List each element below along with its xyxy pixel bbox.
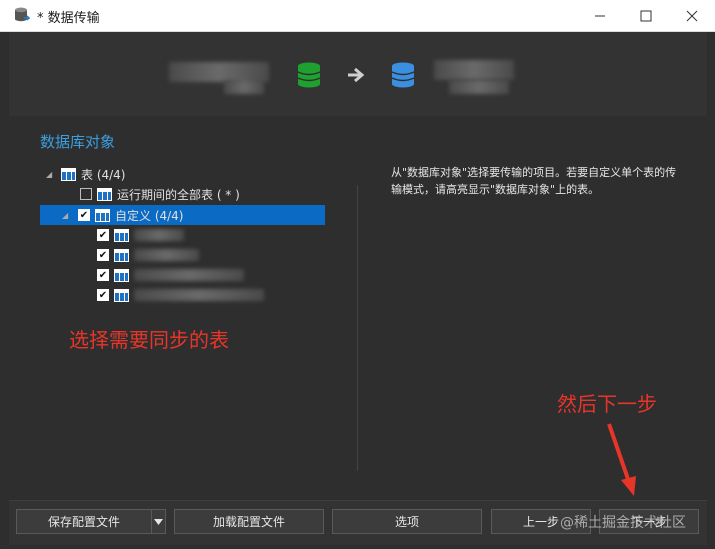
source-connection-name: [169, 62, 269, 82]
chevron-down-icon: [154, 518, 163, 525]
table-icon: [95, 208, 110, 222]
prev-label: 上一步: [522, 515, 559, 529]
close-icon: [686, 10, 698, 21]
window-title: * 数据传输: [37, 11, 100, 26]
tree-node-table[interactable]: ✔: [97, 265, 244, 285]
tree-node-table[interactable]: ✔: [97, 285, 264, 305]
table-icon: [114, 288, 129, 302]
maximize-icon: [640, 10, 652, 21]
save-config-label: 保存配置文件: [47, 515, 120, 529]
table-icon: [114, 228, 129, 242]
arrow-right-icon: [348, 67, 365, 83]
table-checkbox[interactable]: ✔: [97, 249, 109, 261]
tree-node-label: 自定义 (4/4): [115, 208, 184, 223]
tree-node-custom[interactable]: ◢ ✔ 自定义 (4/4): [40, 205, 325, 225]
tree-node-label: 表 (4/4): [81, 167, 126, 182]
target-database-icon: [391, 62, 415, 88]
all-tables-checkbox[interactable]: [80, 188, 92, 200]
annotation-select-tables: 选择需要同步的表: [69, 328, 229, 352]
table-checkbox[interactable]: ✔: [97, 269, 109, 281]
table-name-redacted: [134, 229, 184, 241]
target-database-name: [449, 80, 509, 94]
collapse-triangle-icon[interactable]: ◢: [46, 170, 56, 179]
red-arrow-icon: [607, 423, 636, 496]
table-checkbox[interactable]: ✔: [97, 229, 109, 241]
pane-divider: [357, 185, 358, 471]
section-title: 数据库对象: [40, 133, 116, 151]
table-name-redacted: [134, 289, 264, 301]
table-icon: [97, 187, 112, 201]
minimize-button[interactable]: [577, 0, 623, 31]
tree-node-label: 运行期间的全部表 ( * ): [117, 187, 240, 202]
table-icon: [61, 167, 76, 181]
target-connection-name: [434, 60, 514, 80]
tree-node-table[interactable]: ✔: [97, 225, 184, 245]
tree-node-all-tables[interactable]: 运行期间的全部表 ( * ): [80, 184, 240, 204]
load-config-label: 加载配置文件: [212, 515, 285, 529]
data-transfer-window: * 数据传输 数据库对象 ◢ 表 (4/4) 运行期间的全部表 (*) ◢ …: [0, 0, 715, 549]
description-text: 从"数据库对象"选择要传输的项目。若要自定义单个表的传输模式，请高亮显示"数据库…: [391, 166, 677, 196]
table-name-redacted: [134, 269, 244, 281]
title-bar: * 数据传输: [0, 0, 715, 32]
source-database-name: [224, 80, 264, 94]
options-button[interactable]: 选项: [332, 509, 482, 534]
tree-node-tables[interactable]: ◢ 表 (4/4): [46, 164, 126, 184]
close-button[interactable]: [669, 0, 715, 31]
connection-header: [9, 32, 707, 116]
maximize-button[interactable]: [623, 0, 669, 31]
database-transfer-icon: [15, 7, 30, 22]
table-checkbox[interactable]: ✔: [97, 289, 109, 301]
save-config-dropdown-button[interactable]: [151, 509, 166, 534]
custom-checkbox[interactable]: ✔: [78, 209, 90, 221]
table-name-redacted: [134, 249, 199, 261]
source-database-icon: [297, 62, 321, 88]
watermark: @稀土掘金技术社区: [560, 515, 686, 531]
options-label: 选项: [394, 515, 419, 529]
collapse-triangle-icon[interactable]: ◢: [62, 211, 72, 220]
annotation-next-step: 然后下一步: [557, 392, 657, 416]
table-icon: [114, 248, 129, 262]
tree-node-table[interactable]: ✔: [97, 245, 199, 265]
table-icon: [114, 268, 129, 282]
minimize-icon: [595, 15, 605, 16]
save-config-button[interactable]: 保存配置文件: [16, 509, 151, 534]
load-config-button[interactable]: 加载配置文件: [174, 509, 324, 534]
